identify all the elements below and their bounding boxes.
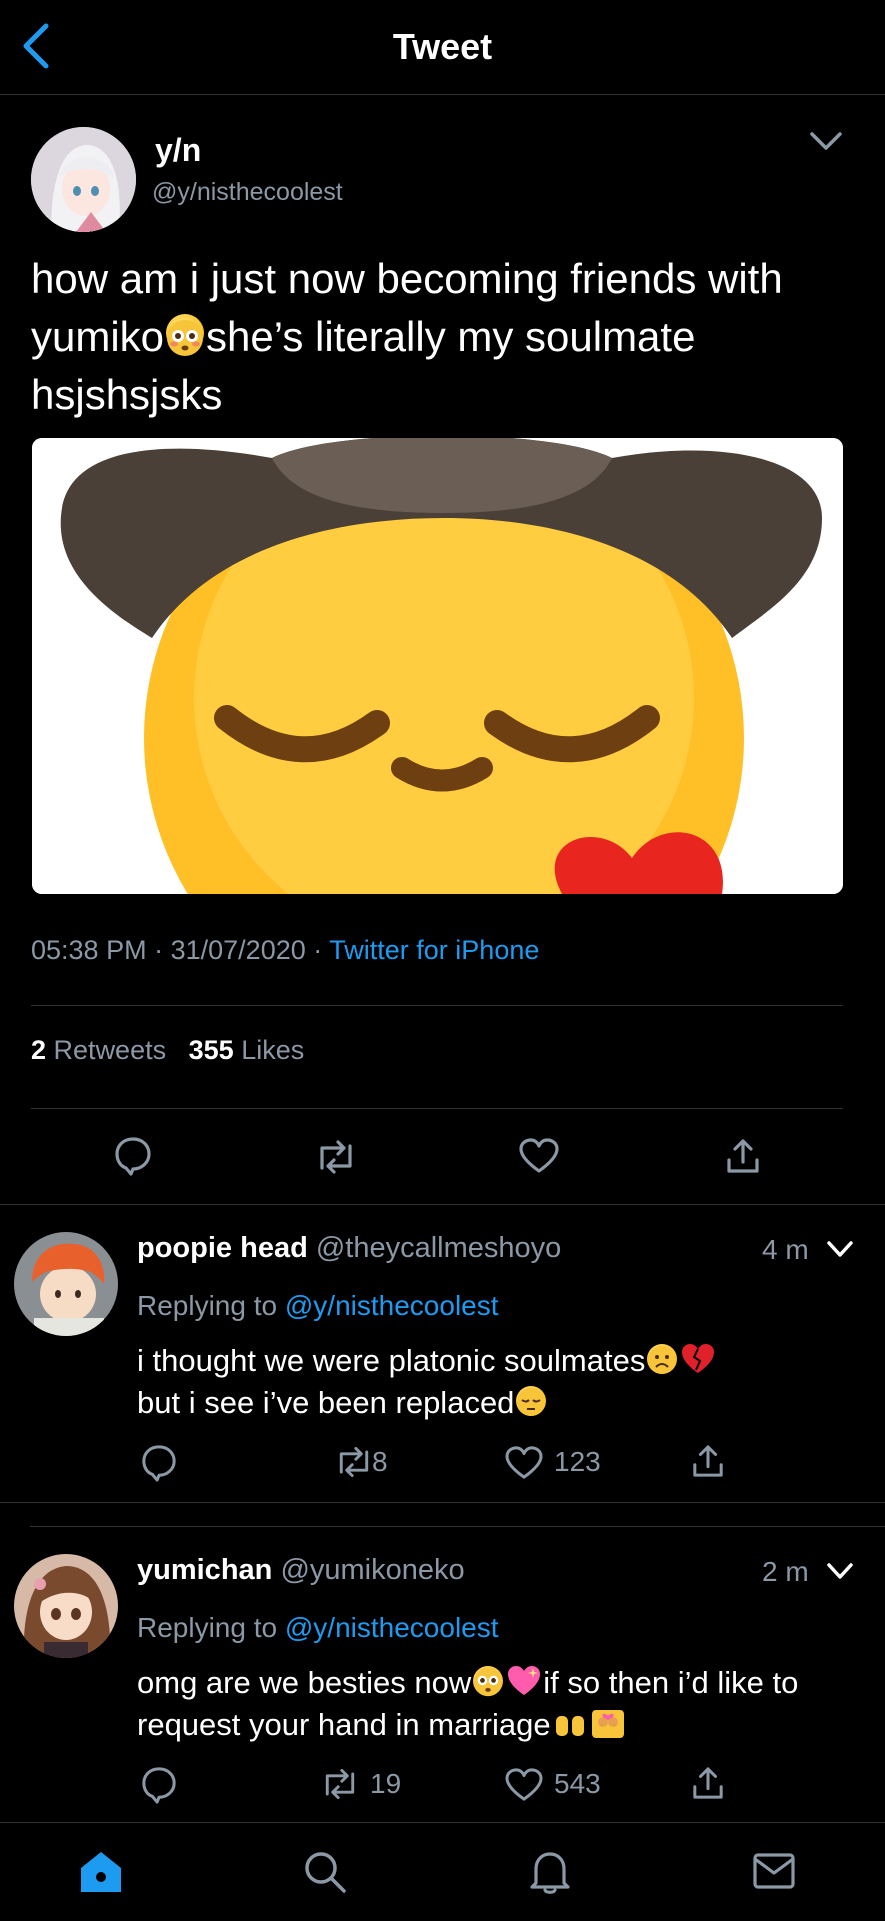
like-icon[interactable]	[505, 1768, 543, 1802]
reply-icon[interactable]	[114, 1136, 152, 1176]
replying-to-handle-link[interactable]: @y/nisthecoolest	[285, 1290, 499, 1321]
tweet-stats: 2 Retweets 355 Likes	[31, 1035, 304, 1066]
replying-to: Replying to @y/nisthecoolest	[137, 1612, 499, 1643]
frowning-face-emoji-icon	[647, 1344, 678, 1374]
like-icon[interactable]	[519, 1138, 559, 1174]
retweet-icon[interactable]	[334, 1446, 374, 1478]
retweets-stat[interactable]: 2 Retweets	[31, 1035, 166, 1065]
retweet-count: 19	[370, 1768, 402, 1799]
chevron-down-icon[interactable]	[826, 1240, 854, 1260]
replying-to: Replying to @y/nisthecoolest	[137, 1290, 499, 1321]
retweet-icon[interactable]	[314, 1140, 358, 1174]
home-icon[interactable]	[78, 1849, 124, 1895]
likes-stat[interactable]: 355 Likes	[189, 1035, 305, 1065]
palms-up-emoji-icon	[553, 1706, 587, 1740]
top-bar: Tweet	[0, 0, 885, 95]
pensive-face-emoji-icon	[516, 1386, 547, 1416]
chevron-down-icon[interactable]	[826, 1562, 854, 1582]
reply-header: yumichan @yumikoneko	[137, 1554, 465, 1587]
author-avatar[interactable]	[31, 127, 136, 232]
notifications-icon[interactable]	[528, 1849, 572, 1895]
reply-avatar[interactable]	[14, 1554, 118, 1658]
like-count: 123	[554, 1446, 601, 1477]
tweet-meta: 05:38 PM · 31/07/2020 · Twitter for iPho…	[31, 935, 539, 966]
tweet-media-image[interactable]	[32, 438, 843, 894]
replying-to-handle-link[interactable]: @y/nisthecoolest	[285, 1612, 499, 1643]
reply-timestamp: 4 m	[762, 1234, 809, 1265]
tweet-source-link[interactable]: Twitter for iPhone	[329, 935, 539, 965]
reply-author-name[interactable]: poopie head	[137, 1232, 308, 1264]
flushed-face-emoji-icon	[166, 314, 205, 356]
divider	[0, 1502, 885, 1503]
tweet-time: 05:38 PM	[31, 935, 147, 965]
reply-text: i thought we were platonic soulmates but…	[137, 1340, 857, 1424]
meta-separator: ·	[313, 935, 323, 965]
reply-avatar[interactable]	[14, 1232, 118, 1336]
divider	[31, 1108, 843, 1109]
reply-author-name[interactable]: yumichan	[137, 1554, 272, 1586]
reply-icon[interactable]	[141, 1444, 177, 1482]
reply-author-handle[interactable]: @theycallmeshoyo	[316, 1232, 561, 1264]
share-icon[interactable]	[726, 1138, 760, 1174]
divider	[0, 1204, 885, 1205]
broken-heart-emoji-icon	[681, 1342, 715, 1376]
divider	[31, 1005, 843, 1006]
flushed-face-emoji-icon	[473, 1666, 504, 1697]
chevron-down-icon[interactable]	[808, 130, 844, 154]
reply-text: omg are we besties now if so then i’d lik…	[137, 1664, 799, 1742]
share-icon[interactable]	[692, 1766, 724, 1800]
author-name[interactable]: y/n	[155, 132, 201, 169]
messages-icon[interactable]	[752, 1851, 796, 1891]
tweet-text: how am i just now becoming friends with …	[31, 250, 831, 424]
like-count: 543	[554, 1768, 601, 1799]
couple-with-heart-emoji-icon	[591, 1706, 625, 1740]
divider	[30, 1526, 885, 1527]
bottom-tab-bar	[0, 1822, 885, 1921]
retweet-icon[interactable]	[320, 1768, 360, 1800]
reply-header: poopie head @theycallmeshoyo	[137, 1232, 561, 1265]
retweet-count: 8	[372, 1446, 388, 1477]
author-handle[interactable]: @y/nisthecoolest	[152, 178, 343, 207]
reply-author-handle[interactable]: @yumikoneko	[280, 1554, 464, 1586]
tweet-date: 31/07/2020	[170, 935, 306, 965]
like-icon[interactable]	[505, 1446, 543, 1480]
page-title: Tweet	[392, 26, 493, 67]
share-icon[interactable]	[692, 1444, 724, 1478]
sparkling-heart-emoji-icon	[507, 1664, 541, 1698]
search-icon[interactable]	[302, 1849, 348, 1895]
reply-icon[interactable]	[141, 1766, 177, 1804]
meta-separator: ·	[154, 935, 164, 965]
reply-timestamp: 2 m	[762, 1556, 809, 1587]
